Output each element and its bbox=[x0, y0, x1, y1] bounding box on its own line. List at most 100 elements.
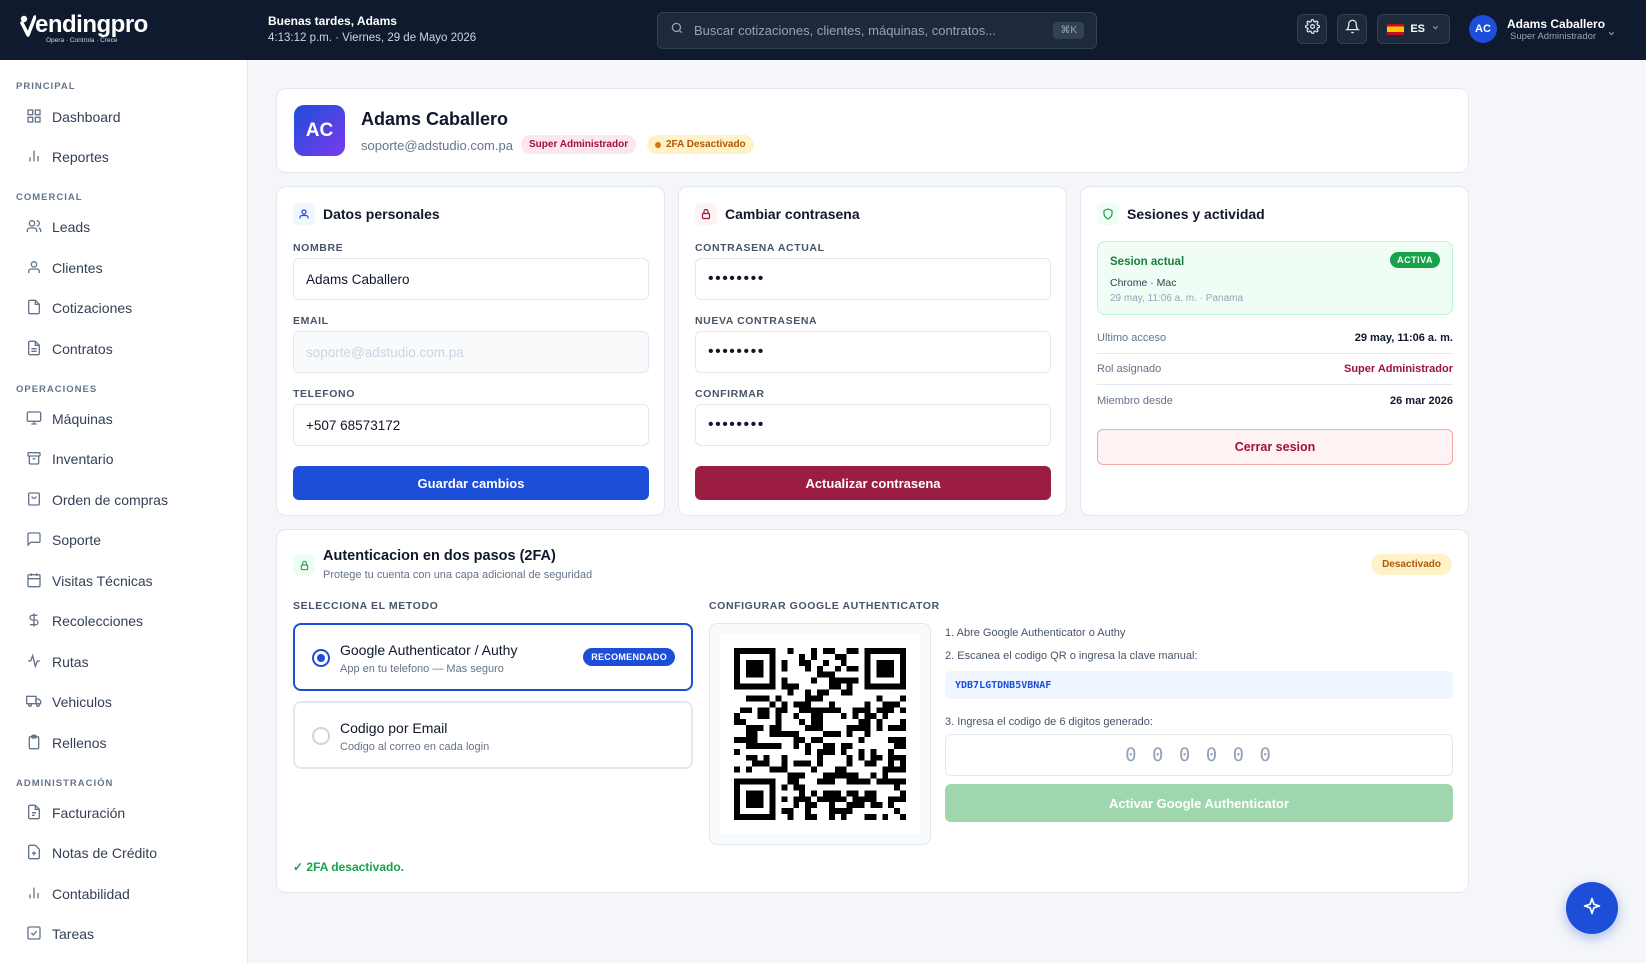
info-key: Miembro desde bbox=[1097, 394, 1173, 407]
method-label: SELECCIONA EL METODO bbox=[293, 600, 439, 612]
sidebar-item-maquinas[interactable]: Máquinas bbox=[26, 409, 113, 429]
lock-icon bbox=[293, 554, 315, 576]
chart-icon bbox=[26, 885, 52, 904]
confirm-password-field[interactable]: •••••••• bbox=[695, 404, 1051, 446]
secret-key[interactable]: YDB7LGTDNB5VBNAF bbox=[945, 671, 1453, 699]
name-field[interactable]: Adams Caballero bbox=[293, 258, 649, 300]
sidebar-item-contratos[interactable]: Contratos bbox=[26, 339, 113, 359]
search-input[interactable]: Buscar cotizaciones, clientes, máquinas,… bbox=[694, 23, 1053, 38]
logo-mark-icon bbox=[20, 15, 37, 37]
sidebar-item-label: Tareas bbox=[52, 926, 95, 942]
bell-icon bbox=[1344, 19, 1360, 39]
info-key: Ultimo acceso bbox=[1097, 332, 1167, 344]
assistant-fab-button[interactable] bbox=[1566, 882, 1618, 934]
sidebar-item-soporte[interactable]: Soporte bbox=[26, 530, 101, 550]
current-password-field[interactable]: •••••••• bbox=[695, 258, 1051, 300]
radio-selected[interactable] bbox=[312, 649, 330, 667]
user-menu-chevron-icon[interactable] bbox=[1607, 25, 1616, 43]
new-password-label: NUEVA CONTRASENA bbox=[695, 315, 818, 327]
sidebar-item-tareas[interactable]: Tareas bbox=[26, 924, 94, 944]
sidebar-item-orden-de-compras[interactable]: Orden de compras bbox=[26, 490, 168, 510]
twofa-title: Autenticacion en dos pasos (2FA) bbox=[323, 548, 556, 564]
sidebar-item-label: Clientes bbox=[52, 260, 103, 276]
sidebar-item-dashboard[interactable]: Dashboard bbox=[26, 107, 121, 127]
user-name: Adams Caballero bbox=[1507, 17, 1606, 31]
bar-chart-icon bbox=[26, 148, 52, 167]
current-password-label: CONTRASENA ACTUAL bbox=[695, 242, 825, 254]
verification-code-input[interactable]: 0 0 0 0 0 0 bbox=[945, 734, 1453, 776]
activate-authenticator-button[interactable]: Activar Google Authenticator bbox=[945, 784, 1453, 822]
info-value: 29 may, 11:06 a. m. bbox=[1354, 332, 1453, 344]
datetime: 4:13:12 p.m. · Viernes, 29 de Mayo 2026 bbox=[268, 32, 477, 44]
info-value: Super Administrador bbox=[1344, 363, 1453, 375]
sidebar-item-label: Inventario bbox=[52, 451, 114, 467]
radio-unselected[interactable] bbox=[312, 727, 330, 745]
session-device: Chrome · Mac bbox=[1110, 277, 1177, 289]
qr-frame bbox=[709, 623, 931, 845]
personal-data-title: Datos personales bbox=[323, 206, 440, 222]
sidebar-item-leads[interactable]: Leads bbox=[26, 217, 90, 237]
save-button[interactable]: Guardar cambios bbox=[293, 466, 649, 500]
sidebar-item-clientes[interactable]: Clientes bbox=[26, 258, 103, 278]
sidebar-item-notas-de-credito[interactable]: Notas de Crédito bbox=[26, 843, 157, 863]
chevron-down-icon bbox=[1431, 23, 1440, 35]
info-value: 26 mar 2026 bbox=[1390, 394, 1453, 407]
phone-field[interactable]: +507 68573172 bbox=[293, 404, 649, 446]
info-row-last-access: Ultimo acceso 29 may, 11:06 a. m. bbox=[1097, 323, 1453, 354]
sidebar-section-administracion: ADMINISTRACIÓN bbox=[16, 778, 114, 789]
sidebar-item-label: Máquinas bbox=[52, 411, 113, 427]
active-badge: ACTIVA bbox=[1390, 252, 1440, 268]
sessions-card: Sesiones y actividad Sesion actual ACTIV… bbox=[1080, 186, 1469, 516]
sidebar-item-label: Reportes bbox=[52, 149, 109, 165]
sidebar-item-rellenos[interactable]: Rellenos bbox=[26, 733, 106, 753]
calendar-icon bbox=[26, 572, 52, 591]
profile-name: Adams Caballero bbox=[361, 109, 509, 129]
user-avatar[interactable]: AC bbox=[1469, 15, 1497, 43]
sparkle-icon bbox=[1582, 896, 1602, 921]
option-subtitle: App en tu telefono — Mas seguro bbox=[340, 663, 504, 675]
user-menu[interactable]: Adams Caballero Super Administrador bbox=[1507, 17, 1605, 42]
sidebar-item-recolecciones[interactable]: Recolecciones bbox=[26, 611, 143, 631]
settings-button[interactable] bbox=[1297, 14, 1327, 44]
truck-icon bbox=[26, 693, 52, 712]
sidebar-item-reportes[interactable]: Reportes bbox=[26, 147, 109, 167]
update-password-button[interactable]: Actualizar contrasena bbox=[695, 466, 1051, 500]
brand-logo[interactable]: endingpro Opera · Controla · Crece bbox=[20, 12, 148, 44]
check-square-icon bbox=[26, 925, 52, 944]
sidebar-item-facturacion[interactable]: Facturación bbox=[26, 803, 125, 823]
language-selector[interactable]: ES bbox=[1377, 14, 1450, 44]
sidebar-item-cotizaciones[interactable]: Cotizaciones bbox=[26, 298, 132, 318]
sidebar-section-principal: PRINCIPAL bbox=[16, 81, 76, 92]
sidebar-item-rutas[interactable]: Rutas bbox=[26, 652, 89, 672]
grid-icon bbox=[26, 108, 52, 127]
option-email-code[interactable]: Codigo por Email Codigo al correo en cad… bbox=[293, 701, 693, 769]
twofa-subtitle: Protege tu cuenta con una capa adicional… bbox=[323, 569, 593, 581]
logout-button[interactable]: Cerrar sesion bbox=[1097, 429, 1453, 465]
option-subtitle: Codigo al correo en cada login bbox=[340, 741, 490, 753]
recommended-badge: RECOMENDADO bbox=[583, 648, 675, 666]
sidebar-item-label: Dashboard bbox=[52, 109, 121, 125]
new-password-field[interactable]: •••••••• bbox=[695, 331, 1051, 373]
file-icon bbox=[26, 299, 52, 318]
sidebar-item-vehiculos[interactable]: Vehiculos bbox=[26, 692, 112, 712]
sidebar-item-label: Rutas bbox=[52, 654, 89, 670]
status-message: ✓ 2FA desactivado. bbox=[293, 860, 404, 874]
sidebar-item-contabilidad[interactable]: Contabilidad bbox=[26, 884, 130, 904]
option-google-authenticator[interactable]: Google Authenticator / Authy App en tu t… bbox=[293, 623, 693, 691]
global-search[interactable]: Buscar cotizaciones, clientes, máquinas,… bbox=[657, 12, 1097, 49]
top-bar: endingpro Opera · Controla · Crece Buena… bbox=[0, 0, 1646, 60]
twofa-status-badge: Desactivado bbox=[1371, 554, 1452, 575]
sidebar-item-inventario[interactable]: Inventario bbox=[26, 449, 113, 469]
credit-note-icon bbox=[26, 844, 52, 863]
sidebar-item-label: Facturación bbox=[52, 805, 126, 821]
phone-label: TELEFONO bbox=[293, 388, 355, 400]
sidebar-item-label: Cotizaciones bbox=[52, 300, 133, 316]
info-row-role: Rol asignado Super Administrador bbox=[1097, 354, 1453, 385]
personal-data-card: Datos personales NOMBRE Adams Caballero … bbox=[276, 186, 665, 516]
sidebar-item-visitas-tecnicas[interactable]: Visitas Técnicas bbox=[26, 571, 153, 591]
notifications-button[interactable] bbox=[1337, 14, 1367, 44]
option-title: Codigo por Email bbox=[340, 720, 448, 736]
role-badge: Super Administrador bbox=[521, 135, 637, 154]
language-code: ES bbox=[1410, 23, 1425, 35]
sessions-title: Sesiones y actividad bbox=[1127, 206, 1265, 222]
